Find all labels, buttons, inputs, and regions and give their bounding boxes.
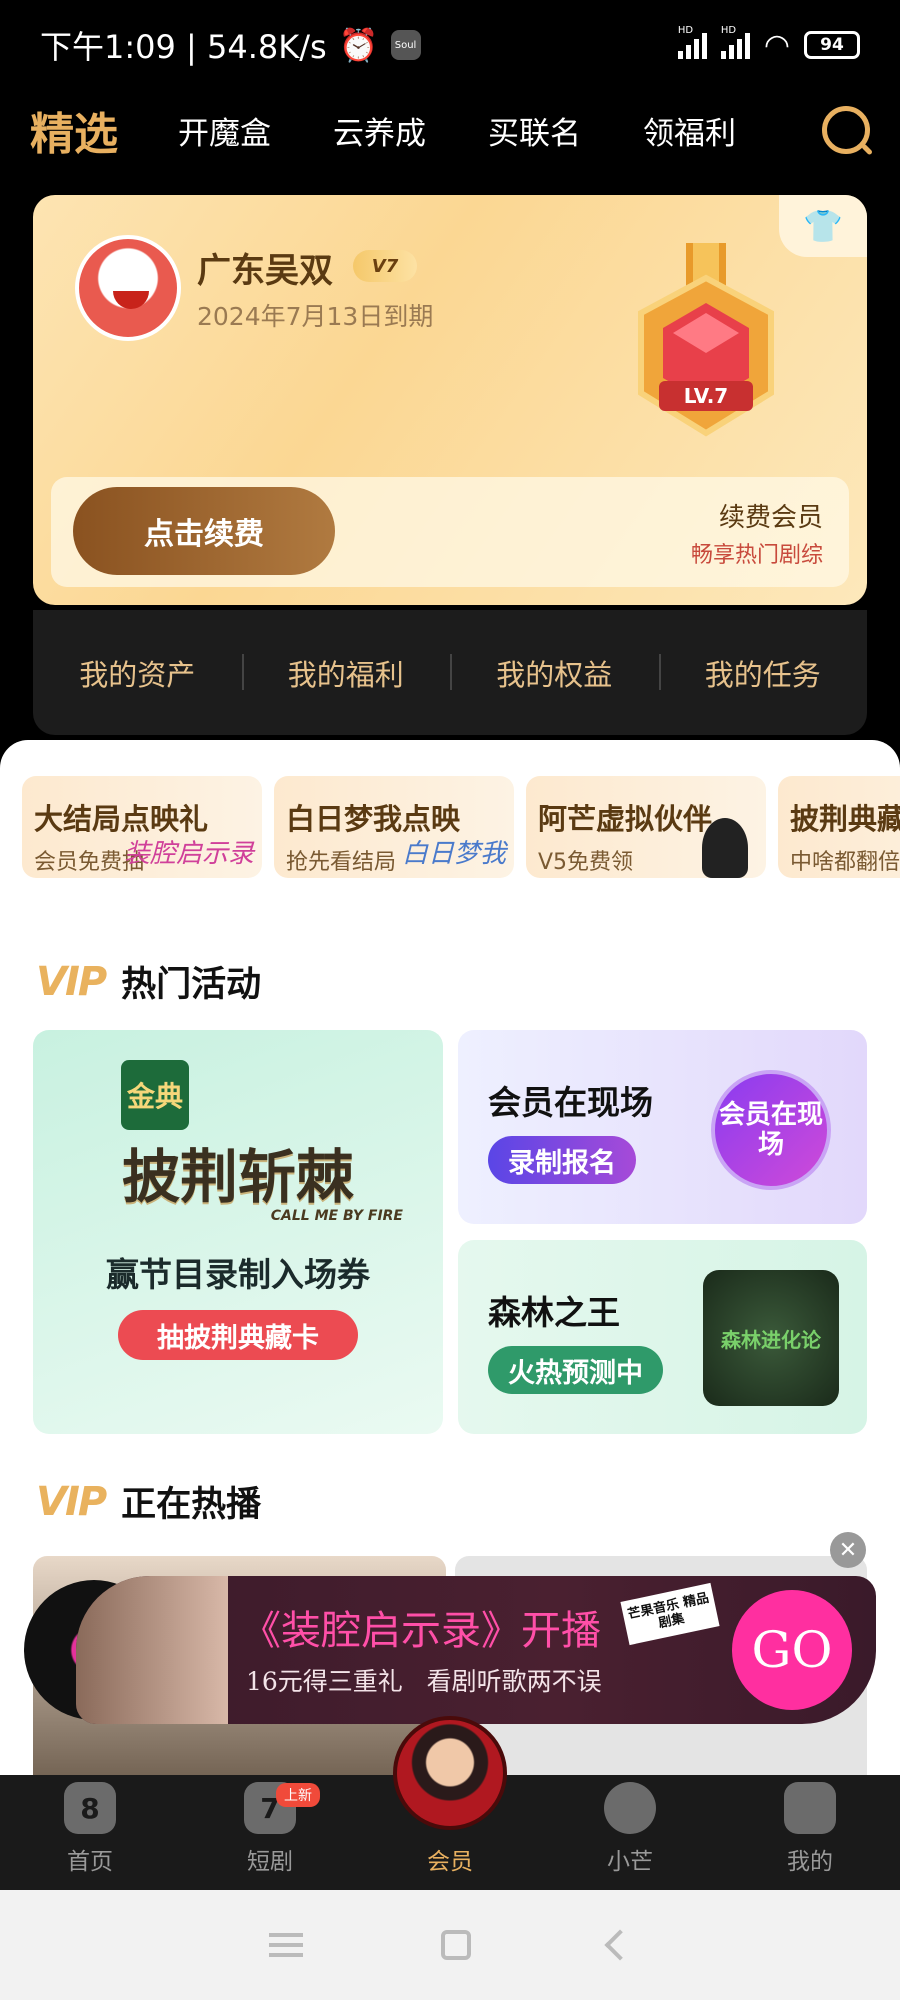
tab-short-drama[interactable]: 7 短剧 上新 [180, 1775, 360, 1890]
tab-label: 首页 [67, 1849, 113, 1875]
activity-card-show[interactable]: 金典 披荆斩棘 CALL ME BY FIRE 赢节目录制入场券 抽披荆典藏卡 [33, 1030, 443, 1434]
ad-music-tag: 芒果音乐 精品剧集 [620, 1582, 720, 1646]
back-icon[interactable] [604, 1929, 636, 1961]
expire-date: 2024年7月13日到期 [197, 302, 434, 331]
show-poster: 森林进化论 [703, 1270, 839, 1406]
shirt-icon[interactable]: 👕 [779, 195, 867, 257]
activity-title: 森林之王 [488, 1293, 620, 1332]
activity-card-live[interactable]: 会员在现场 录制报名 会员在现场 [458, 1030, 867, 1224]
top-nav: 精选 开魔盒 云养成 买联名 领福利 [0, 95, 900, 165]
activity-desc: 赢节目录制入场券 [106, 1255, 370, 1294]
my-tasks-link[interactable]: 我的任务 [658, 652, 868, 694]
tab-magic-box[interactable]: 开魔盒 [178, 108, 271, 153]
promo-card[interactable]: 白日梦我点映 抢先看结局 白日梦我 [274, 776, 514, 878]
vip-member-card: 👕 广东吴双 V7 2024年7月13日到期 LV.7 点击续费 续费会员 畅享… [33, 195, 867, 605]
promo-deco-text: 装腔启示录 [123, 839, 254, 869]
predict-button[interactable]: 火热预测中 [488, 1346, 663, 1394]
draw-card-button[interactable]: 抽披荆典藏卡 [118, 1310, 358, 1360]
promo-card[interactable]: 阿芒虚拟伙伴 V5免费领 [526, 776, 766, 878]
vip-logo: VIP [36, 958, 107, 1005]
level-medal-icon: LV.7 [638, 243, 774, 437]
xiaomang-icon [604, 1782, 656, 1834]
promo-title: 披荆典藏 [790, 802, 900, 836]
status-time-speed: 下午1:09 | 54.8K/s [40, 28, 327, 66]
renew-subtitle: 畅享热门剧综 [690, 543, 823, 568]
promo-title: 白日梦我点映 [286, 802, 461, 836]
avatar[interactable] [75, 235, 181, 341]
show-title: 披荆斩棘 [121, 1143, 354, 1211]
renew-title: 续费会员 [718, 503, 823, 533]
tab-label: 我的 [787, 1849, 833, 1875]
member-avatar-icon[interactable] [393, 1716, 507, 1830]
vip-logo: VIP [36, 1478, 107, 1525]
home-square-icon[interactable] [441, 1930, 471, 1960]
system-nav-bar [0, 1890, 900, 2000]
tab-label: 小芒 [607, 1849, 653, 1875]
tab-home[interactable]: 8 首页 [0, 1775, 180, 1890]
ad-cast-photo [76, 1576, 228, 1724]
ad-go-button[interactable]: GO [732, 1590, 852, 1710]
medal-level-text: LV.7 [684, 384, 728, 408]
ad-title: 《装腔启示录》开播 [241, 1608, 601, 1654]
signal-icon: HD [720, 25, 750, 59]
show-title-en: CALL ME BY FIRE [270, 1208, 403, 1224]
activity-title: 会员在现场 [488, 1083, 653, 1122]
activity-card-forest[interactable]: 森林之王 火热预测中 森林进化论 [458, 1240, 867, 1434]
tab-xiaomang[interactable]: 小芒 [540, 1775, 720, 1890]
my-entries-row: 我的资产 我的福利 我的权益 我的任务 [33, 610, 867, 735]
promo-title: 大结局点映礼 [34, 802, 209, 836]
signup-button[interactable]: 录制报名 [488, 1136, 636, 1184]
soul-app-icon: Soul [390, 30, 421, 60]
status-bar: 下午1:09 | 54.8K/s ⏰ Soul HD HD ◠ 94 [0, 0, 900, 90]
promo-card[interactable]: 披荆典藏 中啥都翻倍 [778, 776, 900, 878]
promo-sub: 中啥都翻倍 [790, 850, 900, 875]
search-icon[interactable] [822, 106, 870, 154]
profile-icon [784, 1782, 836, 1834]
tab-label: 短剧 [247, 1849, 293, 1875]
tab-welfare[interactable]: 领福利 [643, 108, 736, 153]
tab-cloud-raise[interactable]: 云养成 [333, 108, 426, 153]
user-name: 广东吴双 [197, 251, 333, 291]
section-header-hot-activities: VIP 热门活动 [36, 956, 261, 1007]
tab-label: 会员 [427, 1849, 473, 1875]
renew-button[interactable]: 点击续费 [73, 487, 335, 575]
vip-level-badge: V7 [353, 250, 417, 282]
battery-icon: 94 [804, 31, 860, 59]
close-icon[interactable]: ✕ [830, 1532, 866, 1568]
renew-box: 点击续费 续费会员 畅享热门剧综 [51, 477, 849, 587]
my-welfare-link[interactable]: 我的福利 [241, 652, 451, 694]
promo-deco-text: 白日梦我 [401, 839, 506, 869]
section-title: 热门活动 [121, 965, 262, 1005]
home-icon: 8 [64, 1782, 116, 1834]
wifi-icon: ◠ [763, 27, 790, 63]
signal-icon: HD [677, 25, 707, 59]
menu-icon[interactable] [269, 1933, 303, 1957]
tab-featured[interactable]: 精选 [30, 98, 118, 162]
alarm-icon: ⏰ [338, 26, 379, 64]
ad-subtitle: 16元得三重礼 看剧听歌两不误 [246, 1667, 602, 1696]
promo-card[interactable]: 大结局点映礼 会员免费抽 装腔启示录 [22, 776, 262, 878]
new-badge: 上新 [276, 1783, 320, 1807]
my-rights-link[interactable]: 我的权益 [450, 652, 659, 694]
floating-ad-banner[interactable]: 《装腔启示录》开播 16元得三重礼 看剧听歌两不误 芒果音乐 精品剧集 GO [76, 1576, 876, 1724]
brand-logo: 金典 [121, 1060, 189, 1130]
section-header-now-playing: VIP 正在热播 [36, 1476, 261, 1527]
my-assets-link[interactable]: 我的资产 [33, 652, 242, 694]
promo-strip: 大结局点映礼 会员免费抽 装腔启示录 白日梦我点映 抢先看结局 白日梦我 阿芒虚… [22, 776, 900, 878]
section-title: 正在热播 [121, 1485, 262, 1525]
mascot-icon [702, 818, 748, 878]
live-badge-icon: 会员在现场 [711, 1070, 831, 1190]
tab-mine[interactable]: 我的 [720, 1775, 900, 1890]
tab-co-brand[interactable]: 买联名 [488, 108, 581, 153]
